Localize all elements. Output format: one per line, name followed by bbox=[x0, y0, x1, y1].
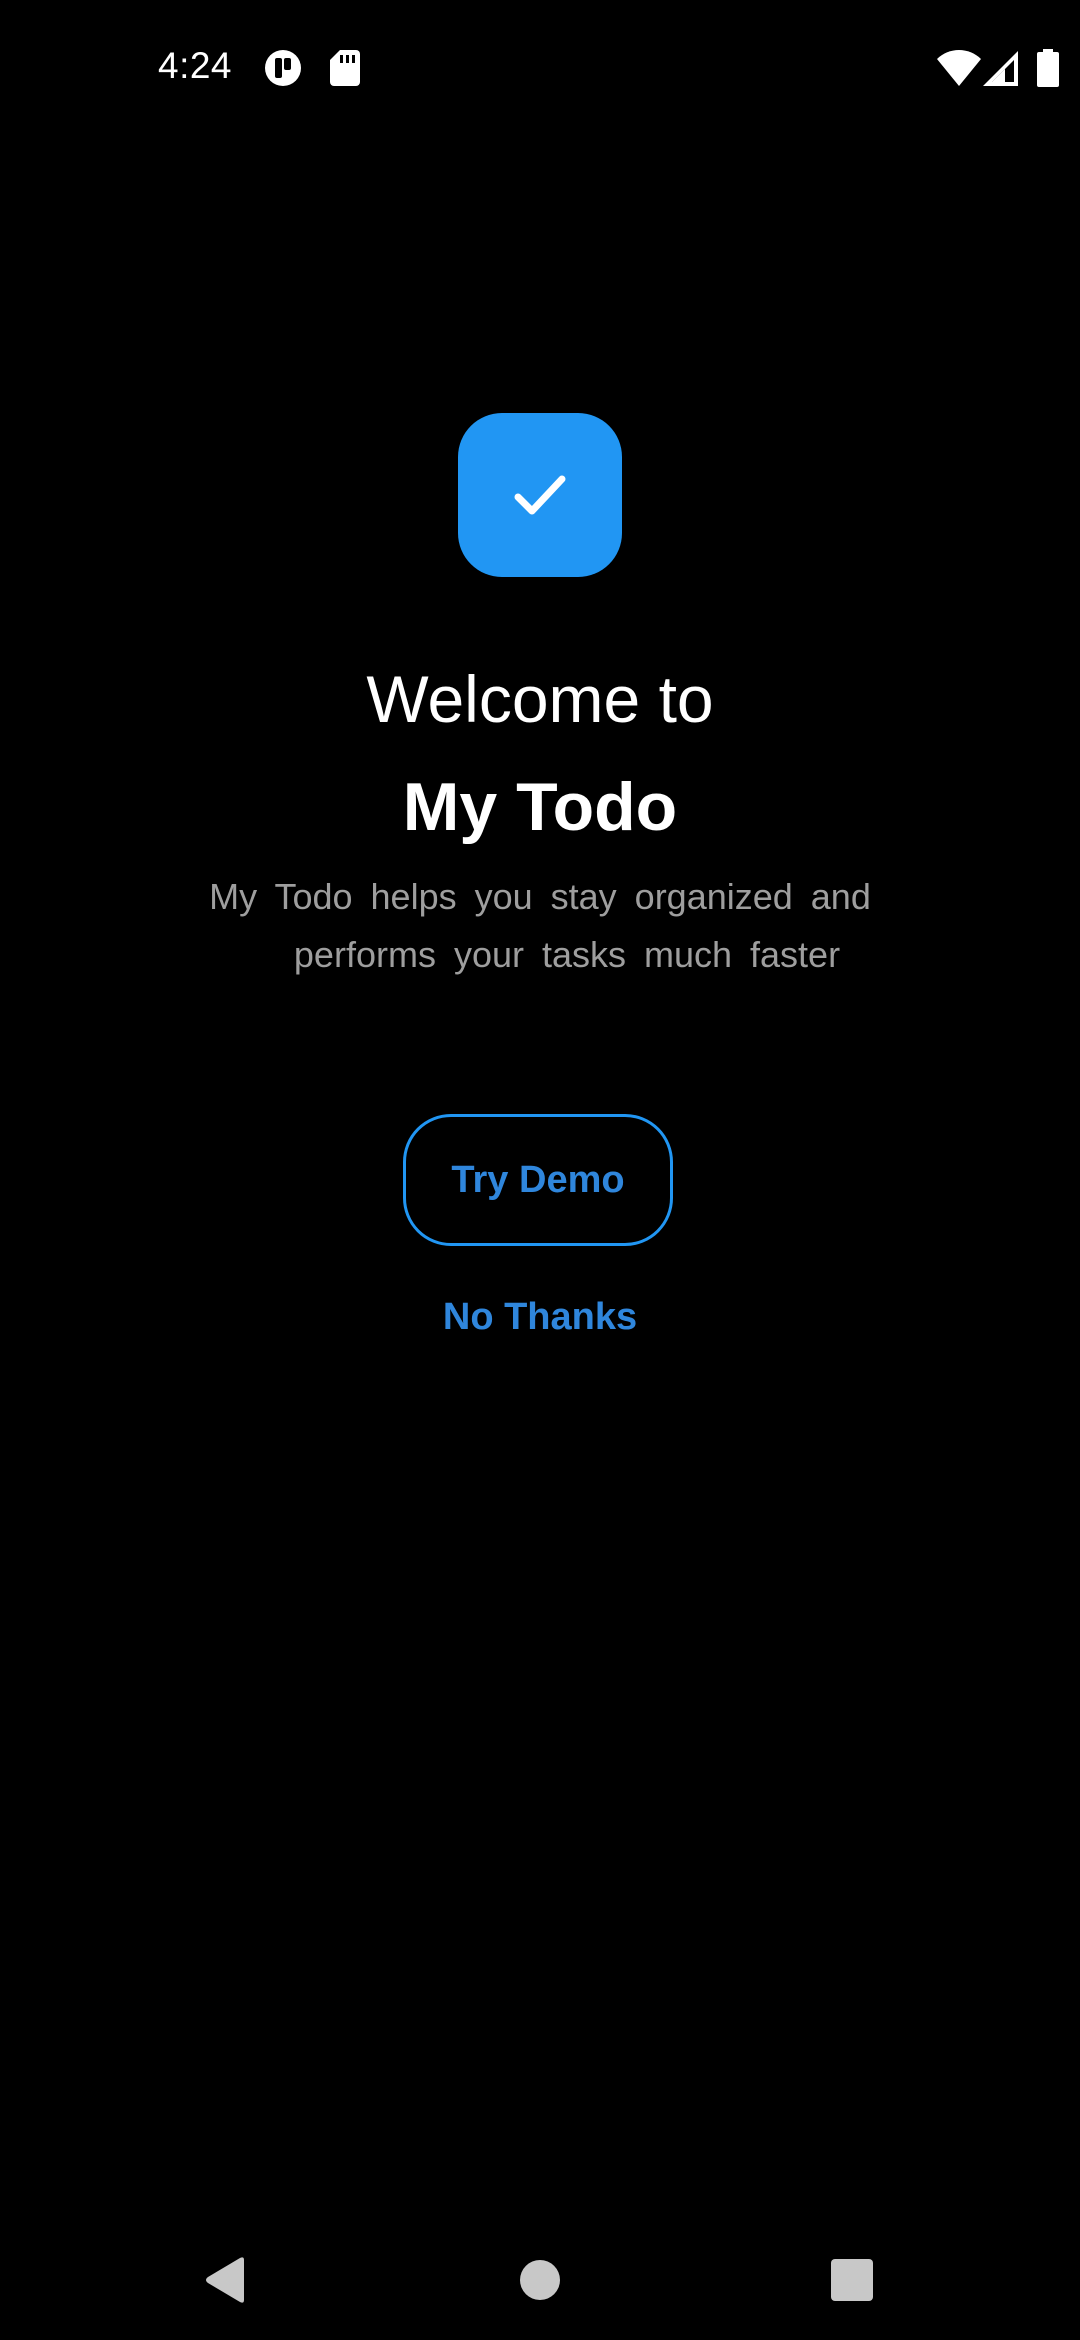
back-icon bbox=[206, 2257, 244, 2303]
app-logo bbox=[458, 413, 622, 577]
welcome-heading: Welcome to bbox=[366, 662, 714, 736]
tagline-line-1: My Todo helps you stay organized and bbox=[209, 876, 871, 917]
status-time: 4:24 bbox=[158, 45, 233, 86]
tagline-line-2: performs your tasks much faster bbox=[293, 934, 841, 975]
home-icon bbox=[520, 2260, 560, 2300]
nav-recents-button[interactable] bbox=[822, 2250, 882, 2310]
app-notification-icon bbox=[265, 50, 301, 86]
battery-icon bbox=[1037, 49, 1059, 87]
nav-back-button[interactable] bbox=[196, 2250, 256, 2310]
try-demo-button[interactable]: Try Demo bbox=[403, 1114, 673, 1246]
no-thanks-button[interactable]: No Thanks bbox=[390, 1290, 690, 1344]
sdcard-icon bbox=[330, 50, 360, 86]
checkmark-icon bbox=[514, 475, 566, 515]
tagline: My Todo helps you stay organized and per… bbox=[180, 868, 900, 984]
nav-home-button[interactable] bbox=[510, 2250, 570, 2310]
status-bar: 4:24 bbox=[0, 0, 1080, 140]
app-name-heading: My Todo bbox=[402, 769, 678, 845]
recents-icon bbox=[831, 2259, 873, 2301]
wifi-icon bbox=[937, 50, 981, 86]
cell-signal-icon bbox=[983, 51, 1018, 86]
navigation-bar bbox=[0, 2200, 1080, 2340]
